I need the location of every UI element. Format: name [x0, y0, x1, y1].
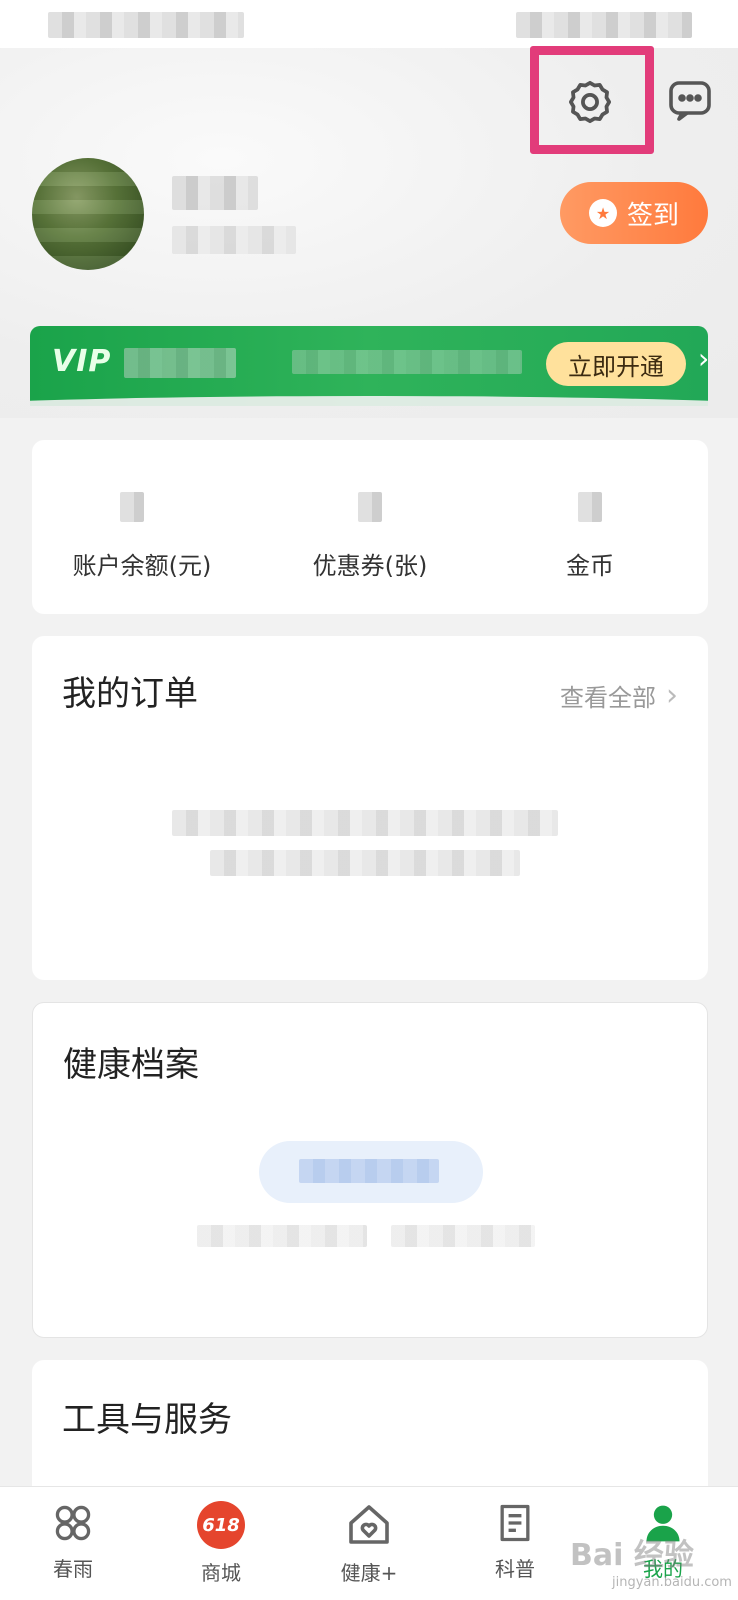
message-button[interactable]	[664, 74, 716, 126]
vip-banner[interactable]: VIP 立即开通 ›	[30, 326, 708, 406]
orders-card: 我的订单 查看全部 ›	[32, 636, 708, 980]
health-title: 健康档案	[63, 1045, 199, 1085]
badge-618-icon: 618	[197, 1501, 245, 1549]
stat-coins[interactable]: 金币	[490, 546, 690, 581]
signin-label: 签到	[626, 200, 679, 231]
home-heart-icon	[349, 1505, 389, 1544]
signin-button[interactable]: ★ 签到	[560, 182, 708, 244]
status-right-obscured	[516, 12, 692, 38]
orders-empty-text-obscured	[172, 810, 558, 836]
tab-chunyu-label: 春雨	[53, 1557, 93, 1581]
baidu-watermark-url: jingyan.baidu.com	[612, 1575, 732, 1590]
settings-highlight-box	[530, 46, 654, 154]
status-left-obscured	[48, 12, 244, 38]
chevron-right-icon: ›	[666, 678, 678, 713]
stat-coins-label: 金币	[566, 552, 614, 580]
tab-health-plus-label: 健康+	[340, 1561, 398, 1585]
health-action-obscured	[299, 1159, 439, 1183]
orders-empty-text-obscured-2	[210, 850, 520, 876]
coins-value-obscured	[578, 492, 602, 522]
stat-coupons-label: 优惠券(张)	[312, 552, 428, 580]
account-id-obscured	[172, 226, 296, 254]
wallet-stats-card: 账户余额(元) 优惠券(张) 金币	[32, 440, 708, 614]
grid-icon	[55, 1505, 91, 1541]
tab-mall[interactable]: 618 商城	[166, 1501, 276, 1586]
health-records-card: 健康档案	[32, 1002, 708, 1338]
tab-chunyu[interactable]: 春雨	[18, 1501, 128, 1582]
stat-balance[interactable]: 账户余额(元)	[42, 546, 242, 581]
vip-desc-obscured	[292, 350, 522, 374]
view-all-label: 查看全部	[560, 684, 656, 712]
balance-value-obscured	[120, 492, 144, 522]
vip-title-obscured	[124, 348, 236, 378]
health-desc-obscured	[197, 1225, 367, 1247]
chevron-right-icon: ›	[698, 342, 708, 375]
stat-balance-label: 账户余额(元)	[72, 552, 212, 580]
avatar[interactable]	[32, 158, 144, 270]
tools-title: 工具与服务	[62, 1400, 232, 1440]
document-icon	[500, 1504, 530, 1542]
tab-science-label: 科普	[495, 1557, 535, 1581]
username-obscured	[172, 176, 258, 210]
stat-coupons[interactable]: 优惠券(张)	[270, 546, 470, 581]
tab-mall-label: 商城	[201, 1561, 241, 1585]
orders-title: 我的订单	[62, 674, 198, 714]
coupon-value-obscured	[358, 492, 382, 522]
health-action-button[interactable]	[259, 1141, 483, 1203]
tab-science[interactable]: 科普	[460, 1501, 570, 1582]
vip-logo: VIP	[52, 344, 112, 379]
chat-bubble-icon	[669, 81, 711, 121]
tools-services-card: 工具与服务	[32, 1360, 708, 1500]
baidu-watermark: Bai 经验	[570, 1538, 694, 1573]
view-all-orders-link[interactable]: 查看全部 ›	[560, 678, 678, 713]
star-icon: ★	[588, 199, 617, 227]
tab-health-plus[interactable]: 健康+	[314, 1501, 424, 1586]
status-bar	[0, 0, 738, 48]
vip-open-button[interactable]: 立即开通	[546, 342, 686, 386]
vip-wave-decoration	[30, 396, 708, 406]
health-desc-obscured-2	[391, 1225, 535, 1247]
